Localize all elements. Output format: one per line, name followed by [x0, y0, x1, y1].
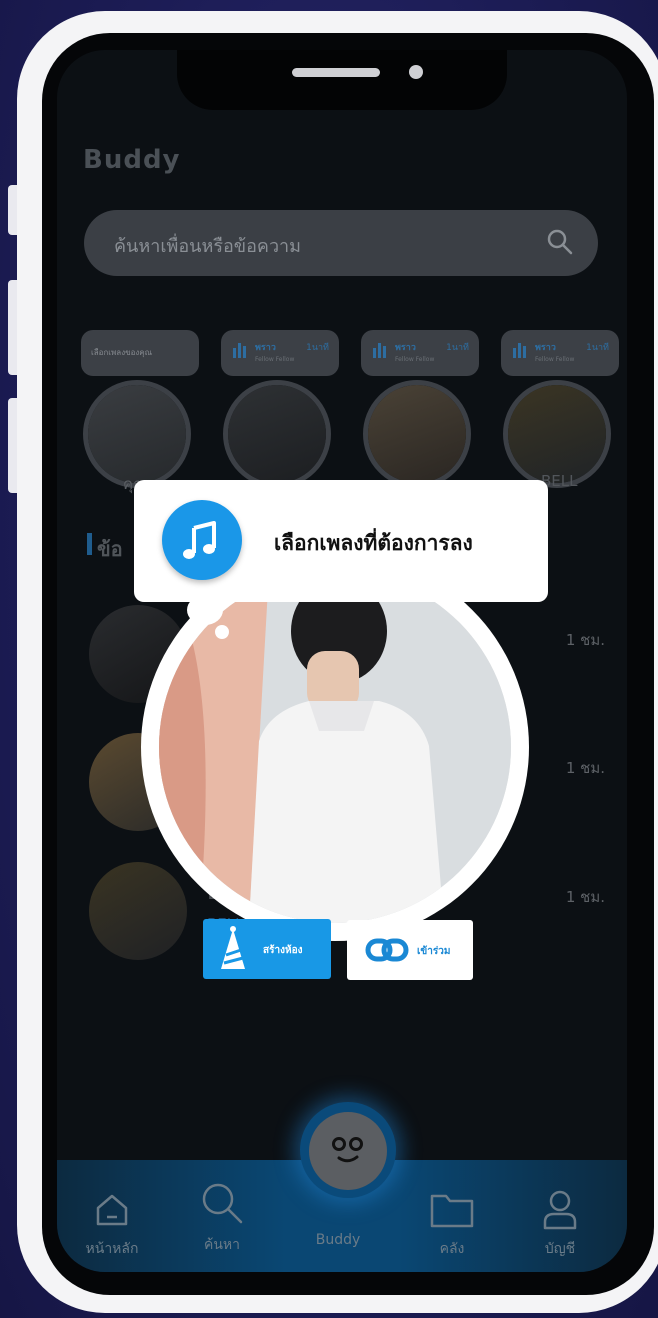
story-time: 1นาที — [586, 343, 609, 353]
story-song-title: พราว — [395, 343, 416, 353]
nav-search[interactable]: ค้นหา — [187, 1180, 257, 1256]
story-time: 1นาที — [446, 343, 469, 353]
popup-prompt: เลือกเพลงที่ต้องการลง — [274, 531, 473, 555]
story-time: 1นาที — [306, 343, 329, 353]
nav-account-label: บัญชี — [544, 1241, 576, 1257]
story-song-title: พราว — [535, 343, 556, 353]
nav-library[interactable]: คลัง — [417, 1188, 487, 1260]
nav-home-label: หน้าหลัก — [85, 1241, 139, 1257]
section-title: ข้อ — [97, 537, 123, 561]
party-hat-icon — [221, 926, 245, 969]
speaker — [292, 68, 380, 77]
nav-home[interactable]: หน้าหลัก — [77, 1190, 147, 1260]
chat-time: 1 ชม. — [565, 759, 605, 777]
popup-tail-dot — [215, 625, 229, 639]
home-icon — [96, 1194, 128, 1226]
nav-search-label: ค้นหา — [203, 1237, 241, 1253]
folder-icon — [430, 1194, 474, 1228]
search-icon — [202, 1183, 243, 1224]
story-artist: Fellow Fellow — [395, 356, 435, 363]
popup-tail — [187, 595, 223, 625]
story-avatar[interactable] — [223, 380, 331, 488]
story-bubble-text: เลือกเพลงของคุณ — [91, 348, 153, 357]
camera — [409, 65, 423, 79]
story-bubble[interactable]: เลือกเพลงของคุณ — [81, 330, 199, 376]
story-artist: Fellow Fellow — [255, 356, 295, 363]
story-song-title: พราว — [255, 343, 276, 353]
story-bubble[interactable]: พราว 1นาที Fellow Fellow — [361, 330, 479, 376]
music-bars-icon — [233, 340, 249, 362]
create-room-label: สร้างห้อง — [263, 945, 303, 956]
story-avatar[interactable] — [363, 380, 471, 488]
page-title: Buddy — [83, 145, 181, 175]
buddy-button[interactable] — [309, 1112, 387, 1190]
create-room-button[interactable]: สร้างห้อง — [203, 919, 331, 979]
section-accent-bar — [87, 533, 92, 555]
phone-bezel: Buddy ค้นหาเพื่อนหรือข้อความ เลือกเพลงขอ… — [42, 33, 654, 1295]
story-bubble[interactable]: พราว 1นาที Fellow Fellow — [221, 330, 339, 376]
phone-notch — [177, 50, 507, 110]
chat-time: 1 ชม. — [565, 888, 605, 906]
story-bubble[interactable]: พราว 1นาที Fellow Fellow — [501, 330, 619, 376]
search-icon[interactable] — [546, 228, 574, 260]
music-note-icon — [183, 521, 216, 559]
music-bars-icon — [373, 340, 389, 362]
nav-library-label: คลัง — [439, 1241, 465, 1257]
phone-frame: Buddy ค้นหาเพื่อนหรือข้อความ เลือกเพลงขอ… — [17, 11, 658, 1313]
chat-time: 1 ชม. — [565, 631, 605, 649]
nav-account[interactable]: บัญชี — [525, 1188, 595, 1260]
buddy-face-icon — [332, 1137, 363, 1163]
music-note-icon-badge[interactable] — [162, 500, 242, 580]
chat-avatar[interactable] — [89, 862, 187, 960]
join-label: เข้าร่วม — [417, 946, 451, 957]
song-select-popup[interactable]: เลือกเพลงที่ต้องการลง — [134, 480, 548, 602]
music-bars-icon — [513, 340, 529, 362]
link-icon — [365, 938, 409, 962]
story-artist: Fellow Fellow — [535, 356, 575, 363]
app-screen: Buddy ค้นหาเพื่อนหรือข้อความ เลือกเพลงขอ… — [57, 50, 627, 1272]
nav-buddy[interactable]: Buddy — [303, 1228, 373, 1248]
nav-buddy-label: Buddy — [315, 1232, 361, 1248]
search-bar[interactable]: ค้นหาเพื่อนหรือข้อความ — [84, 210, 598, 276]
join-button[interactable]: เข้าร่วม — [347, 920, 473, 980]
search-input[interactable]: ค้นหาเพื่อนหรือข้อความ — [114, 231, 301, 260]
user-icon — [543, 1190, 577, 1230]
